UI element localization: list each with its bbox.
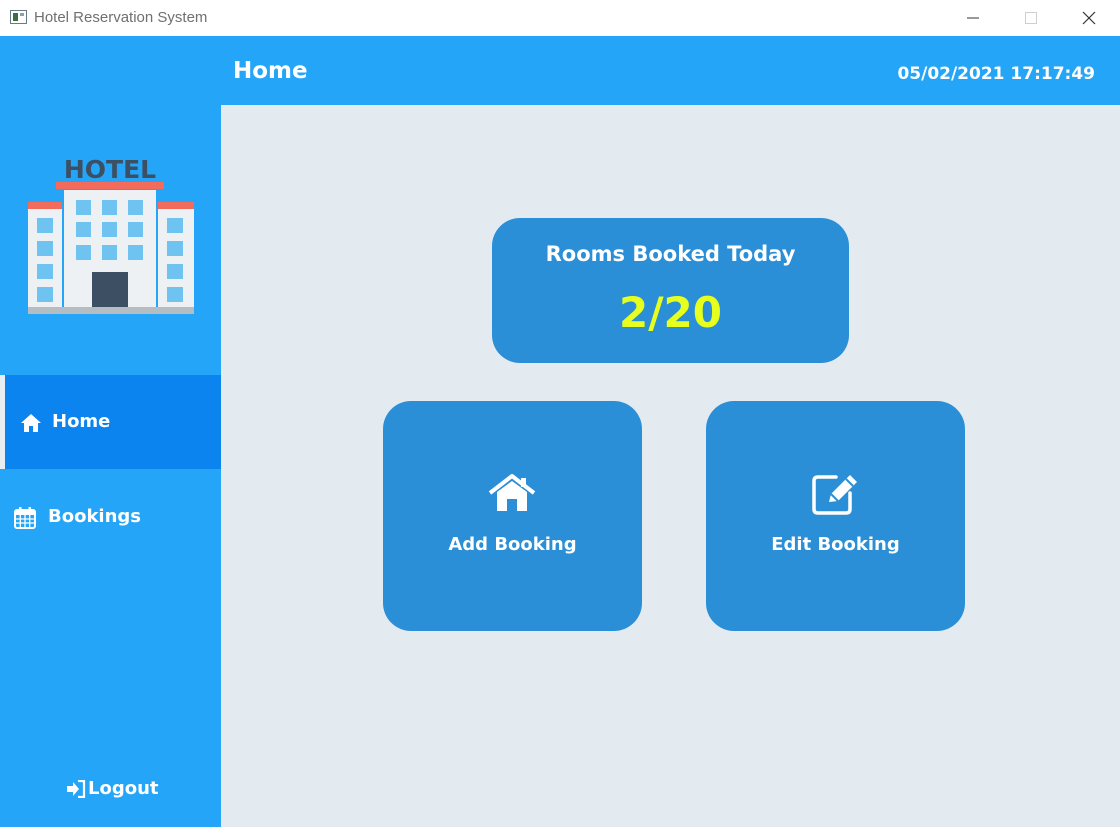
home-icon (21, 414, 41, 432)
home-icon (488, 474, 536, 511)
hotel-logo-text: HOTEL (64, 156, 156, 184)
hotel-logo: HOTEL (28, 156, 194, 314)
rooms-booked-card: Rooms Booked Today 2/20 (492, 218, 849, 363)
window-titlebar: Hotel Reservation System (0, 0, 1120, 36)
app-window-icon (10, 10, 27, 24)
edit-icon (812, 475, 857, 515)
calendar-icon (14, 507, 36, 529)
rooms-booked-label: Rooms Booked Today (545, 242, 796, 266)
active-indicator (0, 375, 5, 469)
add-booking-button[interactable]: Add Booking (383, 401, 642, 631)
minimize-icon (967, 17, 979, 19)
datetime-display: 05/02/2021 17:17:49 (897, 64, 1095, 84)
header-bar: Home 05/02/2021 17:17:49 (221, 36, 1120, 105)
minimize-button[interactable] (944, 0, 1002, 36)
sidebar-item-home[interactable]: Home (0, 375, 221, 469)
window-title: Hotel Reservation System (34, 9, 208, 26)
sidebar: HOTEL Home Bookings Logout (0, 36, 221, 827)
sidebar-item-bookings[interactable]: Bookings (0, 470, 221, 564)
edit-booking-button[interactable]: Edit Booking (706, 401, 965, 631)
maximize-button[interactable] (1002, 0, 1060, 36)
sidebar-item-label: Bookings (48, 506, 142, 527)
close-button[interactable] (1060, 0, 1118, 36)
logout-label: Logout (88, 778, 159, 799)
rooms-booked-value: 2/20 (618, 288, 722, 337)
sidebar-item-label: Home (52, 411, 111, 432)
sign-out-icon (67, 780, 86, 798)
page-title: Home (233, 58, 308, 84)
maximize-icon (1025, 12, 1037, 24)
add-booking-label: Add Booking (448, 534, 577, 555)
edit-booking-label: Edit Booking (771, 534, 900, 555)
main-content: Rooms Booked Today 2/20 Add Booking Edit… (221, 105, 1120, 827)
close-icon (1082, 11, 1096, 25)
